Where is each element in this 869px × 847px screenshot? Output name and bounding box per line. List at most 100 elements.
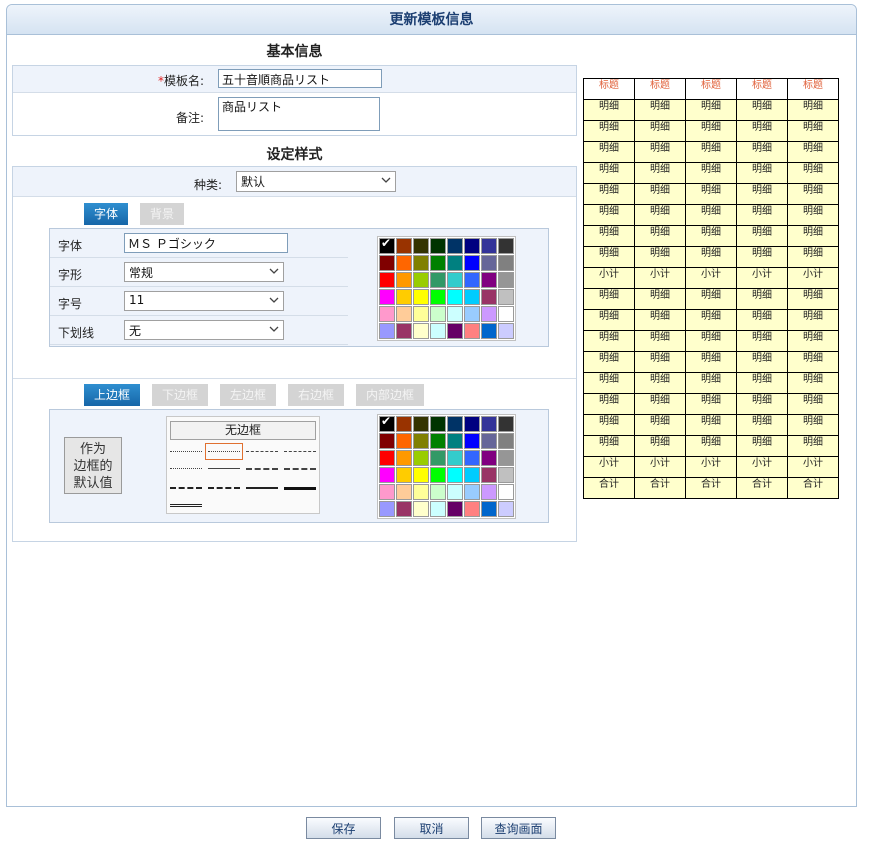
- preview-cell[interactable]: 明细: [685, 183, 737, 205]
- color-swatch[interactable]: [379, 450, 395, 466]
- color-swatch[interactable]: [498, 433, 514, 449]
- preview-cell[interactable]: 明细: [685, 414, 737, 436]
- preview-cell[interactable]: 小计: [685, 267, 737, 289]
- color-swatch[interactable]: [481, 450, 497, 466]
- color-swatch[interactable]: [396, 306, 412, 322]
- color-swatch[interactable]: [430, 289, 446, 305]
- preview-cell[interactable]: 明细: [583, 162, 635, 184]
- preview-cell[interactable]: 明细: [634, 183, 686, 205]
- preview-cell[interactable]: 明细: [634, 330, 686, 352]
- color-swatch[interactable]: [447, 484, 463, 500]
- preview-cell[interactable]: 明细: [685, 435, 737, 457]
- preview-cell[interactable]: 小计: [634, 456, 686, 478]
- color-swatch[interactable]: [447, 467, 463, 483]
- no-border-button[interactable]: 无边框: [170, 421, 316, 440]
- font-style-select[interactable]: 常规: [124, 262, 284, 282]
- set-default-border-button[interactable]: 作为 边框的 默认值: [64, 437, 122, 494]
- preview-cell[interactable]: 明细: [736, 246, 788, 268]
- preview-cell[interactable]: 明细: [787, 162, 839, 184]
- border-line-style-option[interactable]: [170, 451, 202, 452]
- preview-cell[interactable]: 明细: [736, 330, 788, 352]
- color-swatch[interactable]: [464, 272, 480, 288]
- color-swatch[interactable]: [396, 467, 412, 483]
- font-family-input[interactable]: ＭＳ Ｐゴシック: [124, 233, 288, 253]
- tab-bottom-border[interactable]: 下边框: [152, 384, 208, 406]
- color-swatch[interactable]: [430, 323, 446, 339]
- color-swatch[interactable]: [498, 323, 514, 339]
- preview-cell[interactable]: 标题: [685, 78, 737, 100]
- preview-cell[interactable]: 标题: [787, 78, 839, 100]
- border-line-style-option[interactable]: [246, 468, 278, 470]
- preview-cell[interactable]: 明细: [736, 351, 788, 373]
- preview-cell[interactable]: 明细: [685, 120, 737, 142]
- preview-cell[interactable]: 明细: [736, 141, 788, 163]
- color-swatch[interactable]: [447, 501, 463, 517]
- preview-cell[interactable]: 明细: [685, 246, 737, 268]
- preview-cell[interactable]: 明细: [787, 204, 839, 226]
- color-swatch[interactable]: [379, 501, 395, 517]
- preview-cell[interactable]: 明细: [736, 225, 788, 247]
- tab-top-border[interactable]: 上边框: [84, 384, 140, 406]
- preview-cell[interactable]: 标题: [583, 78, 635, 100]
- color-swatch[interactable]: [430, 501, 446, 517]
- preview-cell[interactable]: 明细: [634, 351, 686, 373]
- preview-cell[interactable]: 明细: [634, 435, 686, 457]
- preview-cell[interactable]: 明细: [685, 309, 737, 331]
- color-swatch[interactable]: [464, 467, 480, 483]
- preview-cell[interactable]: 明细: [634, 141, 686, 163]
- color-swatch[interactable]: [413, 323, 429, 339]
- color-swatch[interactable]: [447, 238, 463, 254]
- preview-cell[interactable]: 明细: [634, 120, 686, 142]
- preview-cell[interactable]: 明细: [736, 99, 788, 121]
- preview-cell[interactable]: 小计: [583, 456, 635, 478]
- color-swatch[interactable]: [430, 255, 446, 271]
- color-swatch[interactable]: [379, 306, 395, 322]
- preview-cell[interactable]: 明细: [583, 351, 635, 373]
- cancel-button[interactable]: 取消: [394, 817, 469, 839]
- color-swatch[interactable]: [481, 416, 497, 432]
- color-swatch[interactable]: [379, 255, 395, 271]
- preview-cell[interactable]: 明细: [787, 225, 839, 247]
- preview-cell[interactable]: 明细: [634, 225, 686, 247]
- preview-cell[interactable]: 合计: [634, 477, 686, 499]
- color-swatch[interactable]: [447, 323, 463, 339]
- color-swatch[interactable]: [481, 433, 497, 449]
- preview-cell[interactable]: 明细: [685, 351, 737, 373]
- color-swatch[interactable]: [413, 238, 429, 254]
- preview-cell[interactable]: 明细: [736, 372, 788, 394]
- note-textarea[interactable]: 商品リスト: [218, 97, 380, 131]
- preview-cell[interactable]: 明细: [787, 330, 839, 352]
- preview-cell[interactable]: 明细: [634, 309, 686, 331]
- preview-cell[interactable]: 明细: [787, 393, 839, 415]
- color-swatch[interactable]: [464, 238, 480, 254]
- color-swatch[interactable]: [396, 416, 412, 432]
- color-swatch[interactable]: [481, 467, 497, 483]
- preview-cell[interactable]: 标题: [736, 78, 788, 100]
- preview-cell[interactable]: 明细: [583, 246, 635, 268]
- kind-select[interactable]: 默认: [236, 171, 396, 192]
- preview-cell[interactable]: 明细: [685, 99, 737, 121]
- preview-cell[interactable]: 明细: [787, 372, 839, 394]
- preview-cell[interactable]: 标题: [634, 78, 686, 100]
- border-line-style-option[interactable]: [246, 451, 278, 452]
- color-swatch[interactable]: [379, 289, 395, 305]
- color-swatch[interactable]: [464, 433, 480, 449]
- preview-cell[interactable]: 明细: [685, 330, 737, 352]
- color-swatch[interactable]: [481, 306, 497, 322]
- template-name-input[interactable]: 五十音順商品リスト: [218, 69, 382, 88]
- color-swatch[interactable]: [396, 450, 412, 466]
- color-swatch[interactable]: [464, 255, 480, 271]
- preview-cell[interactable]: 明细: [634, 393, 686, 415]
- preview-cell[interactable]: 明细: [583, 309, 635, 331]
- tab-background[interactable]: 背景: [140, 203, 184, 225]
- color-swatch[interactable]: [481, 272, 497, 288]
- color-swatch[interactable]: [413, 501, 429, 517]
- tab-right-border[interactable]: 右边框: [288, 384, 344, 406]
- preview-cell[interactable]: 明细: [685, 141, 737, 163]
- color-swatch[interactable]: [396, 255, 412, 271]
- color-swatch[interactable]: [464, 416, 480, 432]
- preview-cell[interactable]: 小计: [634, 267, 686, 289]
- color-swatch[interactable]: [498, 272, 514, 288]
- preview-cell[interactable]: 明细: [787, 120, 839, 142]
- underline-select[interactable]: 无: [124, 320, 284, 340]
